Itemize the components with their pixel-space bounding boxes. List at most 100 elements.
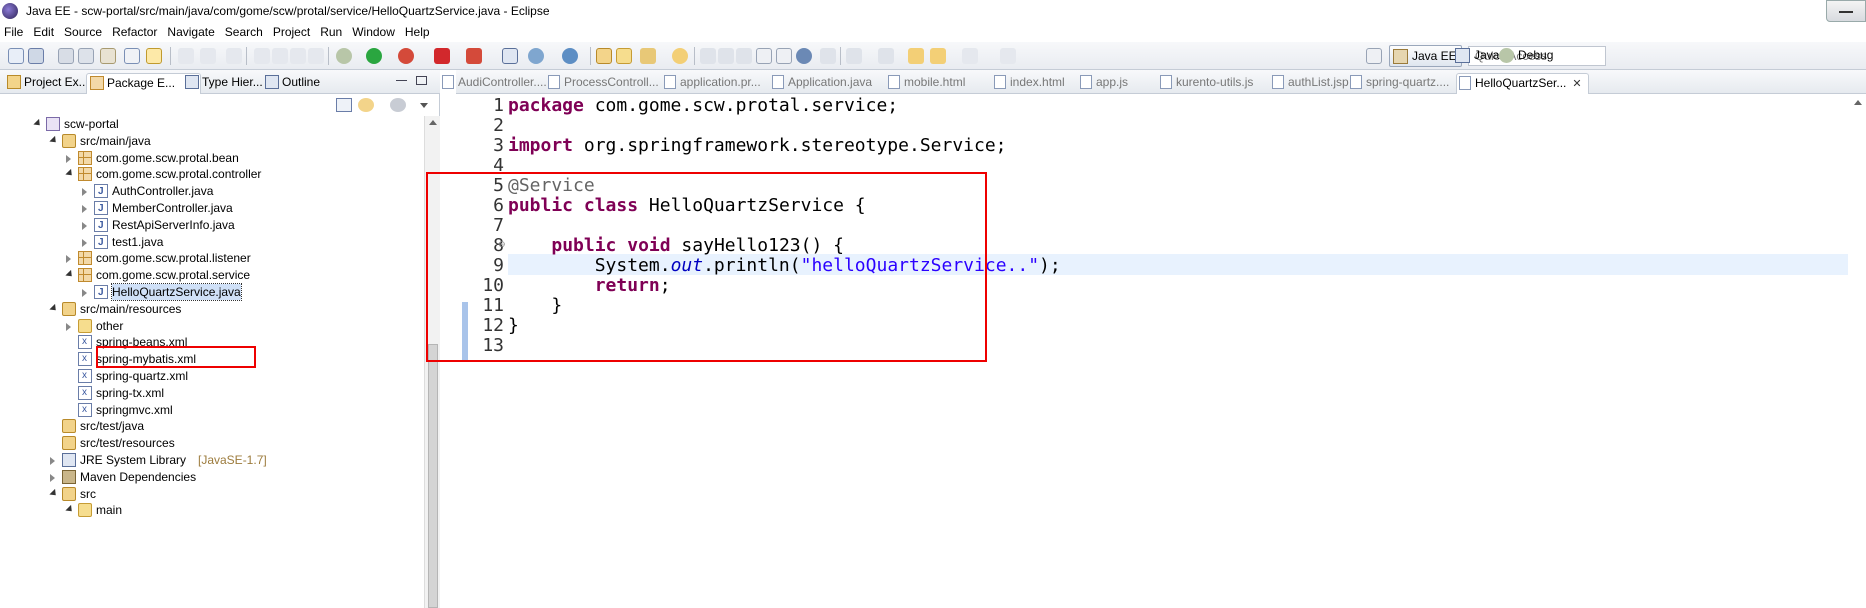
tab-project-explorer[interactable]: Project Ex... [4,73,89,93]
collapse-arrow-icon[interactable] [82,221,87,230]
editor-tab[interactable]: ProcessControll... [546,73,659,93]
block-selection-icon[interactable] [776,48,792,64]
pin-editor-icon[interactable] [846,48,862,64]
new-server-icon[interactable] [502,48,518,64]
editor-tab-label: HelloQuartzSer... [1475,76,1567,90]
forward-arrow-icon[interactable] [962,48,978,64]
suspend-icon[interactable] [272,48,288,64]
tab-outline[interactable]: Outline [262,73,320,93]
forward-history-icon[interactable] [1000,48,1016,64]
editor-tab[interactable]: spring-quartz.... [1348,73,1449,93]
redo-icon[interactable] [200,48,216,64]
web-browser-icon[interactable] [796,48,812,64]
stop-server-icon[interactable] [434,48,450,64]
link-with-editor-icon[interactable] [358,98,374,112]
skip-breakpoints-icon[interactable] [124,48,140,64]
search-icon[interactable] [640,48,656,64]
menu-edit[interactable]: Edit [33,25,54,39]
scroll-up-icon[interactable] [429,120,437,125]
undo-icon[interactable] [178,48,194,64]
collapse-all-icon[interactable] [336,98,352,112]
editor-tab[interactable]: index.html [992,73,1065,93]
close-icon[interactable]: ✕ [1572,75,1581,93]
expand-arrow-icon[interactable] [33,118,43,129]
editor-tab[interactable]: kurento-utils.js [1158,73,1253,93]
run-external-tool-icon[interactable] [398,48,414,64]
collapse-arrow-icon[interactable] [66,255,71,264]
expand-arrow-icon[interactable] [65,169,75,179]
menu-file[interactable]: File [4,25,23,39]
chevron-down-icon[interactable] [420,103,428,108]
editor-tab[interactable]: authList.jsp [1270,73,1349,93]
editor-vertical-scrollbar[interactable] [1850,94,1866,608]
open-type-icon[interactable] [596,48,612,64]
open-console-icon[interactable] [100,48,116,64]
expand-arrow-icon[interactable] [49,488,59,498]
save-all-icon[interactable] [58,48,74,64]
save-icon[interactable] [28,48,44,64]
collapse-arrow-icon[interactable] [66,154,71,163]
collapse-arrow-icon[interactable] [82,238,87,247]
resume-icon[interactable] [254,48,270,64]
new-web-project-icon[interactable] [528,48,544,64]
menu-source[interactable]: Source [64,25,102,39]
editor-tab[interactable]: Application.java [770,73,872,93]
menu-search[interactable]: Search [225,25,263,39]
menu-run[interactable]: Run [320,25,342,39]
collapse-arrow-icon[interactable] [50,457,55,465]
perspective-javaee[interactable]: Java EE [1389,45,1462,67]
editor-tab[interactable]: mobile.html [886,73,965,93]
menu-project[interactable]: Project [273,25,310,39]
expand-arrow-icon[interactable] [65,505,75,515]
menu-navigate[interactable]: Navigate [167,25,214,39]
collapse-arrow-icon[interactable] [50,473,55,482]
view-menu-icon[interactable] [390,98,406,112]
print-icon[interactable] [78,48,94,64]
tree-item-label: Maven Dependencies [80,469,197,484]
xml-file-icon [78,334,92,350]
menu-refactor[interactable]: Refactor [112,25,157,39]
minimize-view-icon[interactable] [396,80,407,82]
expand-arrow-icon[interactable] [65,270,75,280]
next-annotation-icon[interactable] [718,48,734,64]
collapse-arrow-icon[interactable] [82,289,87,297]
disconnect-icon[interactable] [308,48,324,64]
scrollbar-thumb[interactable] [428,344,438,608]
prev-annotation-icon[interactable] [736,48,752,64]
file-icon [888,75,900,89]
back-history-icon[interactable] [930,48,946,64]
maximize-view-icon[interactable] [416,76,427,85]
editor-tab[interactable]: app.js [1078,73,1128,93]
editor-tab[interactable]: application.pr... [662,73,761,93]
last-edit-icon[interactable] [820,48,836,64]
scroll-up-icon[interactable] [1854,100,1862,105]
expand-arrow-icon[interactable] [49,135,59,145]
open-task-icon[interactable] [672,48,688,64]
left-view-tabs: Project Ex... Package E... ✕ Type Hier..… [0,70,440,94]
open-folder-icon[interactable] [616,48,632,64]
tab-type-hierarchy[interactable]: Type Hier... [182,73,263,93]
minimize-button[interactable] [1826,0,1866,22]
show-whitespace-icon[interactable] [756,48,772,64]
collapse-arrow-icon[interactable] [82,205,87,213]
menu-help[interactable]: Help [405,25,430,39]
new-icon[interactable] [8,48,24,64]
editor-tab[interactable]: HelloQuartzSer... ✕ [1456,73,1589,94]
menu-window[interactable]: Window [352,25,395,39]
terminate-icon[interactable] [290,48,306,64]
back-arrow-icon[interactable] [908,48,924,64]
run-icon[interactable] [366,48,382,64]
collapse-arrow-icon[interactable] [82,188,87,197]
toggle-mark-occurrences-icon[interactable] [146,48,162,64]
perspective-debug[interactable]: Debug [1496,45,1557,67]
collapse-arrow-icon[interactable] [66,322,71,331]
next-edit-icon[interactable] [878,48,894,64]
step-icon[interactable] [226,48,242,64]
editor-tab[interactable]: AudiController.... [440,73,547,93]
deploy-icon[interactable] [466,48,482,64]
annotation-icon[interactable] [700,48,716,64]
open-perspective-icon[interactable] [1366,48,1382,64]
expand-arrow-icon[interactable] [49,303,59,313]
debug-icon[interactable] [336,48,352,64]
new-java-class-icon[interactable] [562,48,578,64]
